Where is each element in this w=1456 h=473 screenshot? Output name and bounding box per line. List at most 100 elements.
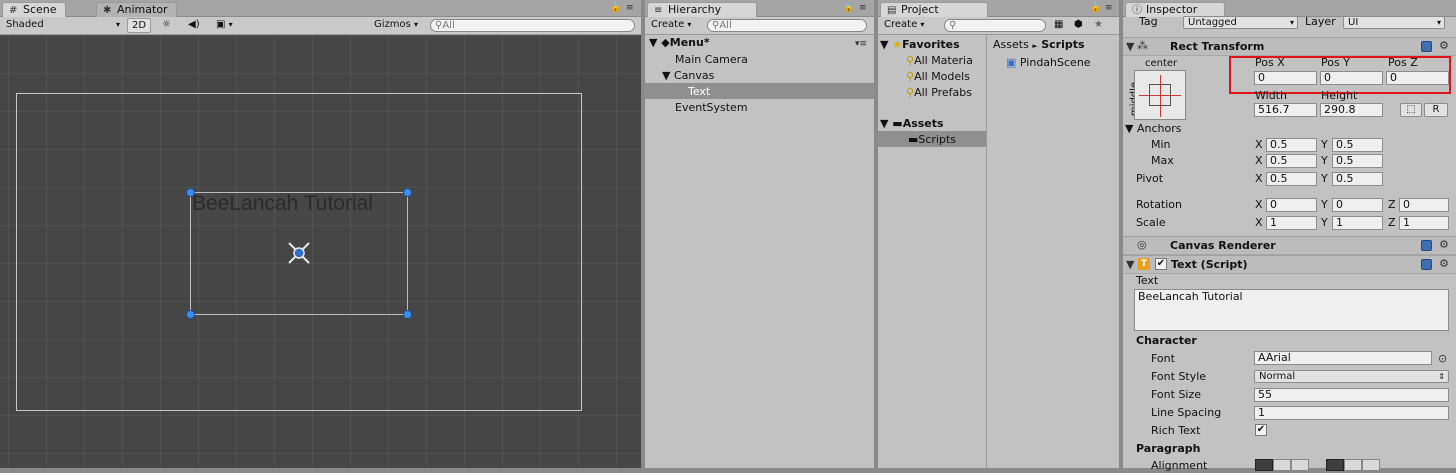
- help-icon[interactable]: [1421, 41, 1432, 52]
- layer-label: Layer: [1305, 15, 1336, 28]
- expand-arrow-icon: ▼: [1125, 122, 1137, 135]
- favorites-header[interactable]: ▼ ★Favorites: [880, 37, 960, 53]
- favorite-star-icon[interactable]: ★: [1090, 18, 1107, 33]
- gear-icon[interactable]: ⚙: [1439, 39, 1449, 52]
- line-spacing-field[interactable]: 1: [1254, 406, 1449, 420]
- scene-menu-icon[interactable]: ▾≡: [855, 39, 867, 49]
- rotation-z-field[interactable]: 0: [1399, 198, 1449, 212]
- scene-root[interactable]: ▼ ◆Menu*: [649, 35, 710, 51]
- scene-search-input[interactable]: ⚲All: [430, 19, 635, 32]
- filter-label-icon[interactable]: ⬢: [1070, 18, 1087, 33]
- align-top-button[interactable]: [1326, 459, 1344, 471]
- align-center-button[interactable]: [1273, 459, 1291, 471]
- resize-handle[interactable]: [403, 188, 412, 197]
- component-title: Rect Transform: [1170, 40, 1265, 53]
- lock-icon[interactable]: 🔒: [610, 3, 621, 13]
- scene-panel: # Scene ✱ Animator 🔒 ≡ Shaded ▾ 2D ☼ ◀) ▣ ▾…: [0, 0, 641, 468]
- lock-icon[interactable]: 🔒: [1090, 3, 1101, 13]
- hierarchy-search-input[interactable]: ⚲All: [707, 19, 867, 32]
- list-item[interactable]: ▬Scripts: [908, 132, 956, 148]
- tab-hierarchy[interactable]: ≡ Hierarchy: [647, 2, 757, 17]
- pivot-y-field[interactable]: 0.5: [1332, 172, 1383, 186]
- effects-dropdown[interactable]: ▣ ▾: [212, 18, 237, 33]
- width-field[interactable]: 516.7: [1254, 103, 1317, 117]
- list-item[interactable]: Main Camera: [675, 52, 748, 68]
- anchors-label[interactable]: ▼ Anchors: [1125, 122, 1181, 136]
- breadcrumb-item[interactable]: Assets: [993, 38, 1029, 51]
- scene-viewport[interactable]: BeeLancah Tutorial: [0, 35, 640, 468]
- list-item[interactable]: Text: [688, 84, 710, 100]
- align-right-button[interactable]: [1291, 459, 1309, 471]
- panel-menu-icon[interactable]: ≡: [1105, 3, 1113, 13]
- scale-y-field[interactable]: 1: [1332, 216, 1383, 230]
- font-size-field[interactable]: 55: [1254, 388, 1449, 402]
- list-item[interactable]: ⚲All Models: [906, 69, 970, 85]
- font-field[interactable]: AArial: [1254, 351, 1432, 365]
- pivot-icon[interactable]: [286, 240, 312, 266]
- shading-dropdown[interactable]: Shaded ▾: [2, 18, 122, 33]
- rect-transform-header[interactable]: ▼ ⁂ Rect Transform ⚙: [1123, 37, 1456, 56]
- anchor-preset-button[interactable]: [1134, 70, 1186, 120]
- rotation-x-field[interactable]: 0: [1266, 198, 1317, 212]
- assets-header[interactable]: ▼ ▬Assets: [880, 116, 944, 132]
- anchor-min-y-field[interactable]: 0.5: [1332, 138, 1383, 152]
- rich-text-checkbox[interactable]: ✔: [1255, 424, 1267, 436]
- help-icon[interactable]: [1421, 259, 1432, 270]
- tab-animator[interactable]: ✱ Animator: [96, 2, 177, 17]
- tab-project[interactable]: ▤ Project: [880, 2, 988, 17]
- scale-label: Scale: [1136, 216, 1166, 229]
- blueprint-button[interactable]: ⬚: [1400, 103, 1422, 117]
- layer-dropdown[interactable]: UI ▾: [1343, 16, 1445, 29]
- anchor-preset-vline: [1160, 75, 1161, 117]
- resize-handle[interactable]: [186, 188, 195, 197]
- hierarchy-panel: ≡ Hierarchy 🔒 ≡ Create ▾ ⚲All ▼ ◆Menu* ▾≡…: [645, 0, 874, 468]
- create-dropdown[interactable]: Create ▾: [880, 18, 928, 33]
- breadcrumb-item[interactable]: Scripts: [1041, 38, 1084, 51]
- list-item[interactable]: ⚲All Materia: [906, 53, 973, 69]
- dropdown-arrow-icon: ▾: [228, 20, 233, 29]
- lighting-toggle[interactable]: ☼: [158, 18, 175, 33]
- gizmos-dropdown[interactable]: Gizmos ▾: [370, 18, 422, 33]
- filter-type-icon[interactable]: ▦: [1050, 18, 1067, 33]
- list-item[interactable]: ⚲All Prefabs: [906, 85, 972, 101]
- pivot-x-field[interactable]: 0.5: [1266, 172, 1317, 186]
- panel-menu-icon[interactable]: ≡: [626, 3, 634, 13]
- tag-dropdown[interactable]: Untagged ▾: [1183, 16, 1298, 29]
- panel-menu-icon[interactable]: ≡: [859, 3, 867, 13]
- tab-scene[interactable]: # Scene: [2, 2, 66, 17]
- list-item[interactable]: EventSystem: [675, 100, 748, 116]
- list-item[interactable]: ▣ PindahScene: [1006, 55, 1091, 71]
- component-enabled-checkbox[interactable]: ✔: [1155, 258, 1167, 270]
- text-area[interactable]: BeeLancah Tutorial: [1134, 289, 1449, 331]
- text-script-header[interactable]: ▼ T ✔ Text (Script) ⚙: [1123, 255, 1456, 274]
- raw-edit-button[interactable]: R: [1424, 103, 1448, 117]
- rotation-label: Rotation: [1136, 198, 1183, 211]
- height-field[interactable]: 290.8: [1320, 103, 1383, 117]
- scale-z-field[interactable]: 1: [1399, 216, 1449, 230]
- font-style-dropdown[interactable]: Normal ⇕: [1254, 370, 1449, 383]
- 2d-toggle[interactable]: 2D: [127, 18, 152, 33]
- paragraph-section-label: Paragraph: [1136, 442, 1201, 455]
- anchor-max-x-field[interactable]: 0.5: [1266, 154, 1317, 168]
- scale-x-field[interactable]: 1: [1266, 216, 1317, 230]
- star-icon: ★: [892, 38, 903, 51]
- list-item[interactable]: ▼ Canvas: [662, 68, 714, 84]
- anchor-min-x-field[interactable]: 0.5: [1266, 138, 1317, 152]
- gear-icon[interactable]: ⚙: [1439, 257, 1449, 270]
- align-left-button[interactable]: [1255, 459, 1273, 471]
- align-middle-button[interactable]: [1344, 459, 1362, 471]
- create-dropdown[interactable]: Create ▾: [647, 18, 695, 33]
- project-search-input[interactable]: ⚲: [944, 19, 1046, 32]
- resize-handle[interactable]: [403, 310, 412, 319]
- width-label: Width: [1255, 89, 1287, 102]
- anchor-max-y-field[interactable]: 0.5: [1332, 154, 1383, 168]
- help-icon[interactable]: [1421, 240, 1432, 251]
- align-bottom-button[interactable]: [1362, 459, 1380, 471]
- audio-toggle[interactable]: ◀): [184, 18, 204, 33]
- canvas-renderer-header[interactable]: ◎ Canvas Renderer ⚙: [1123, 236, 1456, 255]
- object-picker-icon[interactable]: ⊙: [1438, 352, 1447, 365]
- resize-handle[interactable]: [186, 310, 195, 319]
- rotation-y-field[interactable]: 0: [1332, 198, 1383, 212]
- lock-icon[interactable]: 🔒: [843, 3, 854, 13]
- gear-icon[interactable]: ⚙: [1439, 238, 1449, 251]
